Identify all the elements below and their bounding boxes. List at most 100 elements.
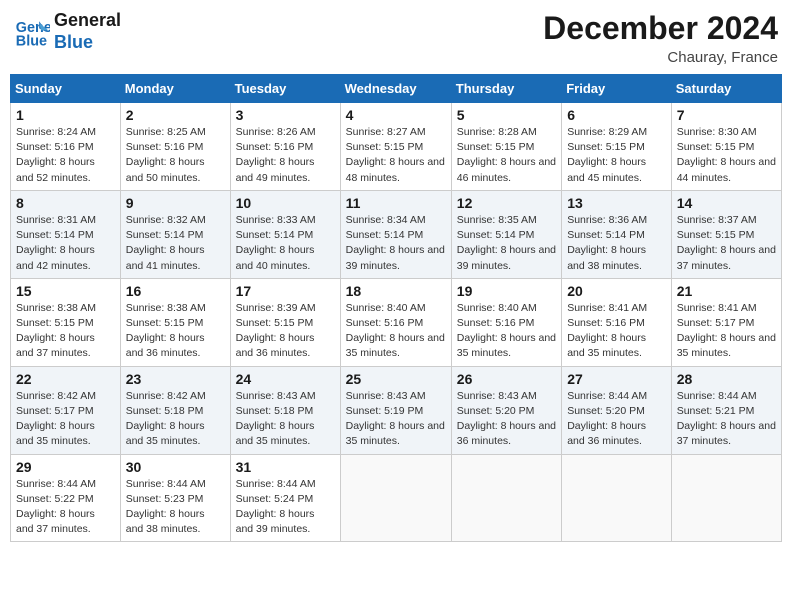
svg-text:Blue: Blue	[16, 33, 47, 49]
calendar-cell: 5 Sunrise: 8:28 AMSunset: 5:15 PMDayligh…	[451, 103, 561, 191]
day-number: 30	[126, 459, 225, 475]
week-row-3: 15 Sunrise: 8:38 AMSunset: 5:15 PMDaylig…	[11, 278, 782, 366]
week-row-1: 1 Sunrise: 8:24 AMSunset: 5:16 PMDayligh…	[11, 103, 782, 191]
day-number: 10	[236, 195, 335, 211]
calendar-cell: 2 Sunrise: 8:25 AMSunset: 5:16 PMDayligh…	[120, 103, 230, 191]
day-number: 25	[346, 371, 446, 387]
calendar-cell: 25 Sunrise: 8:43 AMSunset: 5:19 PMDaylig…	[340, 366, 451, 454]
day-detail: Sunrise: 8:32 AMSunset: 5:14 PMDaylight:…	[126, 214, 206, 272]
week-row-2: 8 Sunrise: 8:31 AMSunset: 5:14 PMDayligh…	[11, 190, 782, 278]
day-number: 19	[457, 283, 556, 299]
day-number: 26	[457, 371, 556, 387]
day-number: 2	[126, 107, 225, 123]
title-block: December 2024 Chauray, France	[543, 10, 778, 66]
col-sunday: Sunday	[11, 75, 121, 103]
day-detail: Sunrise: 8:42 AMSunset: 5:18 PMDaylight:…	[126, 390, 206, 448]
calendar-cell: 9 Sunrise: 8:32 AMSunset: 5:14 PMDayligh…	[120, 190, 230, 278]
day-number: 11	[346, 195, 446, 211]
col-thursday: Thursday	[451, 75, 561, 103]
col-wednesday: Wednesday	[340, 75, 451, 103]
calendar-cell: 17 Sunrise: 8:39 AMSunset: 5:15 PMDaylig…	[230, 278, 340, 366]
col-tuesday: Tuesday	[230, 75, 340, 103]
day-detail: Sunrise: 8:33 AMSunset: 5:14 PMDaylight:…	[236, 214, 316, 272]
calendar-cell: 11 Sunrise: 8:34 AMSunset: 5:14 PMDaylig…	[340, 190, 451, 278]
day-detail: Sunrise: 8:37 AMSunset: 5:15 PMDaylight:…	[677, 214, 776, 272]
day-number: 1	[16, 107, 115, 123]
calendar-cell: 4 Sunrise: 8:27 AMSunset: 5:15 PMDayligh…	[340, 103, 451, 191]
calendar-table: Sunday Monday Tuesday Wednesday Thursday…	[10, 74, 782, 542]
day-number: 21	[677, 283, 776, 299]
day-number: 17	[236, 283, 335, 299]
page-header: General Blue General Blue December 2024 …	[10, 10, 782, 66]
day-detail: Sunrise: 8:42 AMSunset: 5:17 PMDaylight:…	[16, 390, 96, 448]
calendar-cell: 13 Sunrise: 8:36 AMSunset: 5:14 PMDaylig…	[562, 190, 672, 278]
day-detail: Sunrise: 8:44 AMSunset: 5:22 PMDaylight:…	[16, 478, 96, 536]
day-detail: Sunrise: 8:28 AMSunset: 5:15 PMDaylight:…	[457, 126, 556, 184]
day-number: 27	[567, 371, 666, 387]
day-number: 22	[16, 371, 115, 387]
day-number: 12	[457, 195, 556, 211]
day-detail: Sunrise: 8:25 AMSunset: 5:16 PMDaylight:…	[126, 126, 206, 184]
calendar-cell: 27 Sunrise: 8:44 AMSunset: 5:20 PMDaylig…	[562, 366, 672, 454]
day-detail: Sunrise: 8:36 AMSunset: 5:14 PMDaylight:…	[567, 214, 647, 272]
day-number: 7	[677, 107, 776, 123]
calendar-cell: 8 Sunrise: 8:31 AMSunset: 5:14 PMDayligh…	[11, 190, 121, 278]
day-detail: Sunrise: 8:26 AMSunset: 5:16 PMDaylight:…	[236, 126, 316, 184]
calendar-cell: 31 Sunrise: 8:44 AMSunset: 5:24 PMDaylig…	[230, 454, 340, 542]
day-detail: Sunrise: 8:43 AMSunset: 5:20 PMDaylight:…	[457, 390, 556, 448]
month-year-title: December 2024	[543, 10, 778, 47]
calendar-cell: 10 Sunrise: 8:33 AMSunset: 5:14 PMDaylig…	[230, 190, 340, 278]
day-number: 9	[126, 195, 225, 211]
calendar-cell	[562, 454, 672, 542]
calendar-cell	[340, 454, 451, 542]
day-detail: Sunrise: 8:31 AMSunset: 5:14 PMDaylight:…	[16, 214, 96, 272]
day-detail: Sunrise: 8:38 AMSunset: 5:15 PMDaylight:…	[16, 302, 96, 360]
logo: General Blue General Blue	[14, 10, 121, 53]
calendar-cell	[671, 454, 781, 542]
day-detail: Sunrise: 8:40 AMSunset: 5:16 PMDaylight:…	[346, 302, 445, 360]
day-number: 24	[236, 371, 335, 387]
day-detail: Sunrise: 8:41 AMSunset: 5:16 PMDaylight:…	[567, 302, 647, 360]
day-number: 4	[346, 107, 446, 123]
calendar-cell: 20 Sunrise: 8:41 AMSunset: 5:16 PMDaylig…	[562, 278, 672, 366]
calendar-cell: 6 Sunrise: 8:29 AMSunset: 5:15 PMDayligh…	[562, 103, 672, 191]
day-detail: Sunrise: 8:40 AMSunset: 5:16 PMDaylight:…	[457, 302, 556, 360]
calendar-cell: 14 Sunrise: 8:37 AMSunset: 5:15 PMDaylig…	[671, 190, 781, 278]
day-number: 18	[346, 283, 446, 299]
day-detail: Sunrise: 8:34 AMSunset: 5:14 PMDaylight:…	[346, 214, 445, 272]
calendar-cell: 15 Sunrise: 8:38 AMSunset: 5:15 PMDaylig…	[11, 278, 121, 366]
week-row-4: 22 Sunrise: 8:42 AMSunset: 5:17 PMDaylig…	[11, 366, 782, 454]
calendar-cell: 18 Sunrise: 8:40 AMSunset: 5:16 PMDaylig…	[340, 278, 451, 366]
day-number: 16	[126, 283, 225, 299]
calendar-cell: 23 Sunrise: 8:42 AMSunset: 5:18 PMDaylig…	[120, 366, 230, 454]
day-number: 14	[677, 195, 776, 211]
day-number: 23	[126, 371, 225, 387]
day-detail: Sunrise: 8:44 AMSunset: 5:24 PMDaylight:…	[236, 478, 316, 536]
day-number: 8	[16, 195, 115, 211]
logo-icon: General Blue	[14, 14, 50, 50]
col-friday: Friday	[562, 75, 672, 103]
day-detail: Sunrise: 8:24 AMSunset: 5:16 PMDaylight:…	[16, 126, 96, 184]
calendar-cell: 28 Sunrise: 8:44 AMSunset: 5:21 PMDaylig…	[671, 366, 781, 454]
calendar-cell: 16 Sunrise: 8:38 AMSunset: 5:15 PMDaylig…	[120, 278, 230, 366]
day-detail: Sunrise: 8:30 AMSunset: 5:15 PMDaylight:…	[677, 126, 776, 184]
calendar-cell: 26 Sunrise: 8:43 AMSunset: 5:20 PMDaylig…	[451, 366, 561, 454]
calendar-cell: 12 Sunrise: 8:35 AMSunset: 5:14 PMDaylig…	[451, 190, 561, 278]
day-detail: Sunrise: 8:39 AMSunset: 5:15 PMDaylight:…	[236, 302, 316, 360]
day-number: 28	[677, 371, 776, 387]
calendar-cell: 19 Sunrise: 8:40 AMSunset: 5:16 PMDaylig…	[451, 278, 561, 366]
day-number: 31	[236, 459, 335, 475]
location-subtitle: Chauray, France	[543, 49, 778, 66]
calendar-cell: 3 Sunrise: 8:26 AMSunset: 5:16 PMDayligh…	[230, 103, 340, 191]
day-detail: Sunrise: 8:27 AMSunset: 5:15 PMDaylight:…	[346, 126, 445, 184]
calendar-header-row: Sunday Monday Tuesday Wednesday Thursday…	[11, 75, 782, 103]
calendar-cell: 21 Sunrise: 8:41 AMSunset: 5:17 PMDaylig…	[671, 278, 781, 366]
day-detail: Sunrise: 8:44 AMSunset: 5:23 PMDaylight:…	[126, 478, 206, 536]
day-number: 3	[236, 107, 335, 123]
day-detail: Sunrise: 8:44 AMSunset: 5:20 PMDaylight:…	[567, 390, 647, 448]
day-number: 29	[16, 459, 115, 475]
day-number: 5	[457, 107, 556, 123]
calendar-cell: 24 Sunrise: 8:43 AMSunset: 5:18 PMDaylig…	[230, 366, 340, 454]
day-detail: Sunrise: 8:35 AMSunset: 5:14 PMDaylight:…	[457, 214, 556, 272]
col-saturday: Saturday	[671, 75, 781, 103]
